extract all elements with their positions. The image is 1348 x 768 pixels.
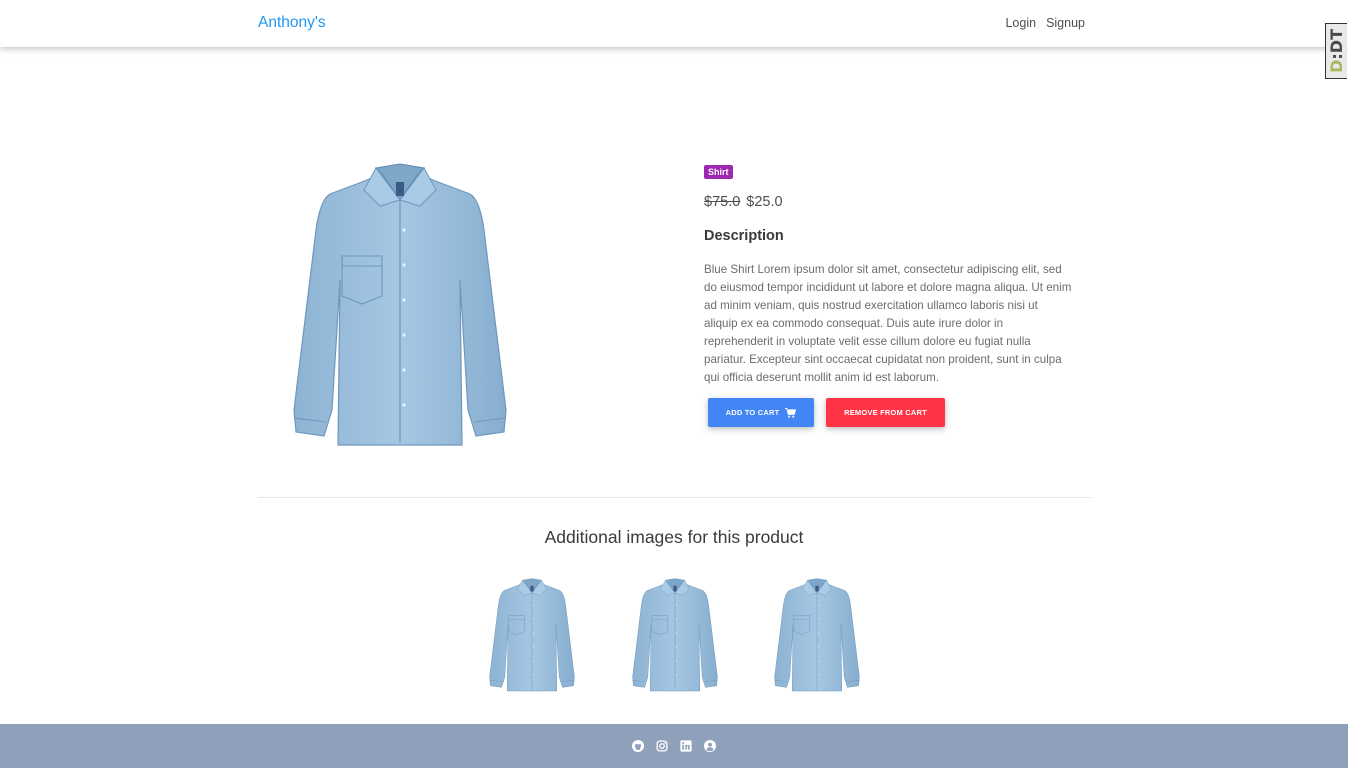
- signup-link[interactable]: Signup: [1046, 16, 1085, 30]
- github-icon[interactable]: [632, 740, 644, 752]
- description-heading: Description: [704, 228, 784, 244]
- product-main-image: [293, 163, 507, 446]
- navbar: Anthony's Login Signup: [0, 0, 1348, 47]
- description-text: Blue Shirt Lorem ipsum dolor sit amet, c…: [704, 263, 1072, 384]
- add-to-cart-button[interactable]: ADD TO CART: [708, 398, 814, 427]
- footer-social-links: [0, 724, 1348, 768]
- brand-link[interactable]: Anthony's: [258, 14, 326, 32]
- footer: [0, 724, 1348, 768]
- cart-icon: [785, 407, 797, 418]
- login-link[interactable]: Login: [1005, 16, 1036, 30]
- additional-image-3[interactable]: [769, 572, 865, 700]
- additional-images-heading: Additional images for this product: [544, 527, 804, 547]
- current-price: $25.0: [746, 194, 783, 210]
- section-divider: [258, 497, 1091, 498]
- category-badge[interactable]: Shirt: [704, 165, 733, 179]
- additional-image-1[interactable]: [484, 572, 580, 700]
- remove-from-cart-button[interactable]: REMOVE FROM CART: [826, 398, 945, 427]
- add-to-cart-label: ADD TO CART: [725, 408, 780, 417]
- price: $75.0 $25.0: [704, 194, 783, 210]
- instagram-icon[interactable]: [656, 740, 668, 752]
- debug-toolbar-logo: D:DT: [1327, 29, 1346, 73]
- debug-toolbar-tab[interactable]: D:DT: [1325, 23, 1347, 79]
- additional-image-2[interactable]: [627, 572, 723, 700]
- linkedin-icon[interactable]: [680, 740, 692, 752]
- user-circle-icon[interactable]: [704, 740, 716, 752]
- nav-links: Login Signup: [1005, 16, 1085, 30]
- old-price: $75.0: [704, 194, 741, 210]
- remove-from-cart-label: REMOVE FROM CART: [844, 408, 927, 417]
